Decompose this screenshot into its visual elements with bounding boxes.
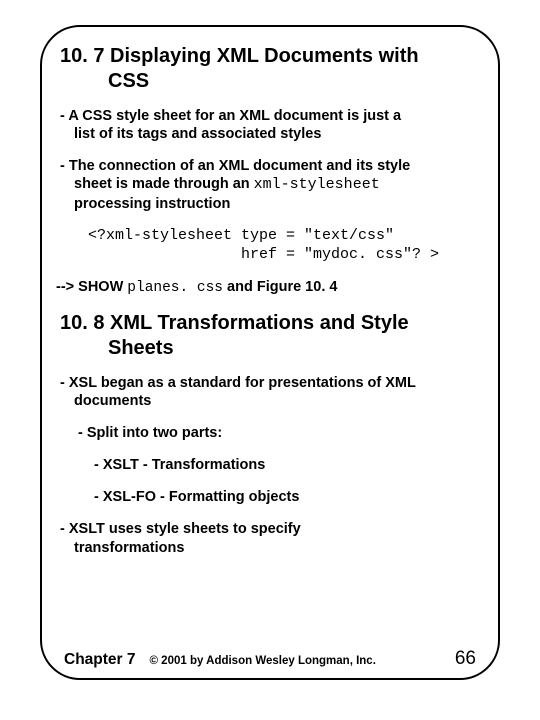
footer-chapter: Chapter 7 [64,651,136,669]
bullet-text-cont: transformations [74,539,480,557]
section-number: 10. 7 [60,45,104,67]
code-line-1: <?xml-stylesheet type = "text/css" [88,227,394,244]
footer-copyright: © 2001 by Addison Wesley Longman, Inc. [150,655,443,667]
bullet-text-cont: documents [74,392,480,410]
bullet-css-style-sheet: - A CSS style sheet for an XML document … [60,107,480,143]
bullet-text: - XSLT - Transformations [94,457,265,473]
bullet-text-cont: sheet is made through an xml-stylesheet [74,175,480,195]
show-line: --> SHOW planes. css and Figure 10. 4 [56,279,480,296]
section-title-cont: CSS [108,70,480,93]
show-suffix: and Figure 10. 4 [223,279,337,295]
slide-footer: Chapter 7 © 2001 by Addison Wesley Longm… [42,648,498,670]
code-line-2: href = "mydoc. css"? > [88,246,439,263]
section-title-10-8: 10. 8 XML Transformations and Style Shee… [60,312,480,360]
section-title-10-7: 10. 7 Displaying XML Documents with CSS [60,45,480,93]
section-number: 10. 8 [60,312,104,334]
bullet-split: - Split into two parts: [78,424,480,442]
bullet-text: - The connection of an XML document and … [60,158,410,174]
footer-page-number: 66 [455,648,476,670]
bullet-text: - XSL began as a standard for presentati… [60,375,416,391]
bullet-xsl-began: - XSL began as a standard for presentati… [60,374,480,410]
inline-code: xml-stylesheet [254,176,380,193]
section-title-text: Displaying XML Documents with [110,45,419,67]
bullet-text: - A CSS style sheet for an XML document … [60,108,401,124]
bullet-text-cont: list of its tags and associated styles [74,125,480,143]
section-title-cont: Sheets [108,337,480,360]
slide-frame: 10. 7 Displaying XML Documents with CSS … [40,25,500,680]
bullet-text-part: sheet is made through an [74,176,254,192]
bullet-text: - Split into two parts: [78,425,222,441]
bullet-text: - XSL-FO - Formatting objects [94,489,299,505]
show-code: planes. css [127,280,223,296]
bullet-connection: - The connection of an XML document and … [60,157,480,213]
bullet-text: - XSLT uses style sheets to specify [60,521,301,537]
show-prefix: --> SHOW [56,279,127,295]
bullet-xslfo: - XSL-FO - Formatting objects [94,488,480,506]
bullet-xslt-uses: - XSLT uses style sheets to specify tran… [60,520,480,556]
bullet-text-cont2: processing instruction [74,195,480,213]
bullet-xslt: - XSLT - Transformations [94,456,480,474]
section-title-text: XML Transformations and Style [110,312,409,334]
code-block: <?xml-stylesheet type = "text/css" href … [88,227,480,265]
